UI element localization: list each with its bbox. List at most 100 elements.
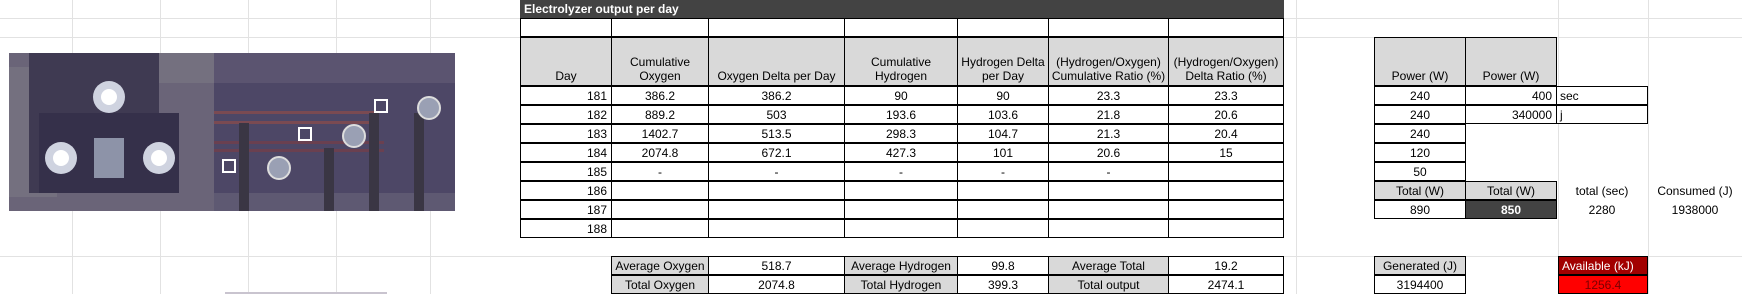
hydrogen-delta-cell[interactable] bbox=[957, 181, 1049, 200]
day-cell[interactable]: 184 bbox=[520, 143, 612, 162]
hydrogen-delta-cell[interactable]: 101 bbox=[957, 143, 1049, 162]
total-hydrogen-value[interactable]: 399.3 bbox=[957, 275, 1049, 294]
cumulative-hydrogen-cell[interactable] bbox=[844, 219, 958, 238]
hydrogen-delta-cell[interactable] bbox=[957, 200, 1049, 219]
day-cell[interactable]: 188 bbox=[520, 219, 612, 238]
cumulative-ratio-cell[interactable]: - bbox=[1048, 162, 1169, 181]
header-cumulative-ratio: (Hydrogen/Oxygen) Cumulative Ratio (%) bbox=[1048, 37, 1169, 86]
power-header-1: Power (W) bbox=[1374, 37, 1466, 86]
total-w-value-1[interactable]: 890 bbox=[1374, 200, 1466, 219]
total-w-label-1: Total (W) bbox=[1374, 181, 1466, 200]
cumulative-hydrogen-cell[interactable]: 193.6 bbox=[844, 105, 958, 124]
power-cell[interactable]: 240 bbox=[1374, 124, 1466, 143]
consumed-value[interactable]: 1938000 bbox=[1648, 200, 1742, 219]
day-cell[interactable]: 186 bbox=[520, 181, 612, 200]
cumulative-oxygen-cell[interactable]: 386.2 bbox=[611, 86, 709, 105]
total-oxygen-value[interactable]: 2074.8 bbox=[708, 275, 845, 294]
header-oxygen-delta: Oxygen Delta per Day bbox=[708, 37, 845, 86]
oxygen-delta-cell[interactable] bbox=[708, 200, 845, 219]
cumulative-oxygen-cell[interactable]: 1402.7 bbox=[611, 124, 709, 143]
unit-cell[interactable]: j bbox=[1556, 105, 1648, 124]
cumulative-oxygen-cell[interactable]: 889.2 bbox=[611, 105, 709, 124]
delta-ratio-cell[interactable]: 15 bbox=[1168, 143, 1284, 162]
cumulative-hydrogen-cell[interactable] bbox=[844, 200, 958, 219]
cumulative-ratio-cell[interactable] bbox=[1048, 200, 1169, 219]
power-cell[interactable]: 400 bbox=[1465, 86, 1557, 105]
hydrogen-delta-cell[interactable]: 103.6 bbox=[957, 105, 1049, 124]
total-output-label: Total output bbox=[1048, 275, 1169, 294]
generated-label: Generated (J) bbox=[1374, 256, 1466, 275]
day-cell[interactable]: 183 bbox=[520, 124, 612, 143]
total-output-value[interactable]: 2474.1 bbox=[1168, 275, 1284, 294]
delta-ratio-cell[interactable] bbox=[1168, 219, 1284, 238]
consumed-label: Consumed (J) bbox=[1657, 183, 1733, 198]
hydrogen-delta-cell[interactable] bbox=[957, 219, 1049, 238]
oxygen-delta-cell[interactable]: - bbox=[708, 162, 845, 181]
avg-total-value[interactable]: 19.2 bbox=[1168, 256, 1284, 275]
power-cell[interactable]: 240 bbox=[1374, 105, 1466, 124]
total-sec-label: total (sec) bbox=[1575, 183, 1629, 198]
header-day: Day bbox=[520, 37, 612, 86]
cumulative-hydrogen-cell[interactable] bbox=[844, 181, 958, 200]
avg-oxygen-value[interactable]: 518.7 bbox=[708, 256, 845, 275]
total-w-value-2[interactable]: 850 bbox=[1465, 200, 1557, 219]
avg-total-label: Average Total bbox=[1048, 256, 1169, 275]
available-label: Available (kJ) bbox=[1558, 256, 1648, 275]
avg-oxygen-label: Average Oxygen bbox=[611, 256, 709, 275]
delta-ratio-cell[interactable]: 20.6 bbox=[1168, 105, 1284, 124]
day-cell[interactable]: 181 bbox=[520, 86, 612, 105]
delta-ratio-cell[interactable] bbox=[1168, 181, 1284, 200]
oxygen-delta-cell[interactable]: 513.5 bbox=[708, 124, 845, 143]
hydrogen-delta-cell[interactable]: 90 bbox=[957, 86, 1049, 105]
header-cumulative-oxygen: Cumulative Oxygen bbox=[611, 37, 709, 86]
cumulative-hydrogen-cell[interactable]: - bbox=[844, 162, 958, 181]
cumulative-ratio-cell[interactable] bbox=[1048, 219, 1169, 238]
oxygen-delta-cell[interactable]: 503 bbox=[708, 105, 845, 124]
cumulative-oxygen-cell[interactable]: - bbox=[611, 162, 709, 181]
cumulative-hydrogen-cell[interactable]: 298.3 bbox=[844, 124, 958, 143]
total-hydrogen-label: Total Hydrogen bbox=[844, 275, 958, 294]
header-cumulative-hydrogen: Cumulative Hydrogen bbox=[844, 37, 958, 86]
cumulative-oxygen-cell[interactable] bbox=[611, 200, 709, 219]
hydrogen-delta-cell[interactable]: 104.7 bbox=[957, 124, 1049, 143]
oxygen-delta-cell[interactable]: 672.1 bbox=[708, 143, 845, 162]
generated-value[interactable]: 3194400 bbox=[1374, 275, 1466, 294]
delta-ratio-cell[interactable]: 20.4 bbox=[1168, 124, 1284, 143]
unit-cell[interactable]: sec bbox=[1556, 86, 1648, 105]
delta-ratio-cell[interactable] bbox=[1168, 162, 1284, 181]
header-delta-ratio: (Hydrogen/Oxygen) Delta Ratio (%) bbox=[1168, 37, 1284, 86]
delta-ratio-cell[interactable] bbox=[1168, 200, 1284, 219]
oxygen-delta-cell[interactable] bbox=[708, 219, 845, 238]
power-cell[interactable]: 240 bbox=[1374, 86, 1466, 105]
total-sec-value[interactable]: 2280 bbox=[1556, 200, 1648, 219]
sheet-title: Electrolyzer output per day bbox=[520, 0, 1284, 18]
cumulative-ratio-cell[interactable]: 20.6 bbox=[1048, 143, 1169, 162]
oxygen-delta-cell[interactable]: 386.2 bbox=[708, 86, 845, 105]
cumulative-hydrogen-cell[interactable]: 427.3 bbox=[844, 143, 958, 162]
power-cell[interactable]: 340000 bbox=[1465, 105, 1557, 124]
delta-ratio-cell[interactable]: 23.3 bbox=[1168, 86, 1284, 105]
total-w-label-2: Total (W) bbox=[1465, 181, 1557, 200]
power-cell[interactable]: 50 bbox=[1374, 162, 1466, 181]
game-screenshot-image bbox=[9, 53, 455, 211]
cumulative-ratio-cell[interactable] bbox=[1048, 181, 1169, 200]
hydrogen-delta-cell[interactable]: - bbox=[957, 162, 1049, 181]
cumulative-ratio-cell[interactable]: 21.8 bbox=[1048, 105, 1169, 124]
power-header-2: Power (W) bbox=[1465, 37, 1557, 86]
day-cell[interactable]: 185 bbox=[520, 162, 612, 181]
cumulative-oxygen-cell[interactable] bbox=[611, 181, 709, 200]
header-hydrogen-delta: Hydrogen Delta per Day bbox=[957, 37, 1049, 86]
oxygen-delta-cell[interactable] bbox=[708, 181, 845, 200]
total-oxygen-label: Total Oxygen bbox=[611, 275, 709, 294]
cumulative-ratio-cell[interactable]: 21.3 bbox=[1048, 124, 1169, 143]
day-cell[interactable]: 182 bbox=[520, 105, 612, 124]
available-value[interactable]: 1256.4 bbox=[1558, 275, 1648, 294]
power-cell[interactable]: 120 bbox=[1374, 143, 1466, 162]
cumulative-oxygen-cell[interactable] bbox=[611, 219, 709, 238]
avg-hydrogen-label: Average Hydrogen bbox=[844, 256, 958, 275]
cumulative-oxygen-cell[interactable]: 2074.8 bbox=[611, 143, 709, 162]
avg-hydrogen-value[interactable]: 99.8 bbox=[957, 256, 1049, 275]
cumulative-hydrogen-cell[interactable]: 90 bbox=[844, 86, 958, 105]
day-cell[interactable]: 187 bbox=[520, 200, 612, 219]
cumulative-ratio-cell[interactable]: 23.3 bbox=[1048, 86, 1169, 105]
